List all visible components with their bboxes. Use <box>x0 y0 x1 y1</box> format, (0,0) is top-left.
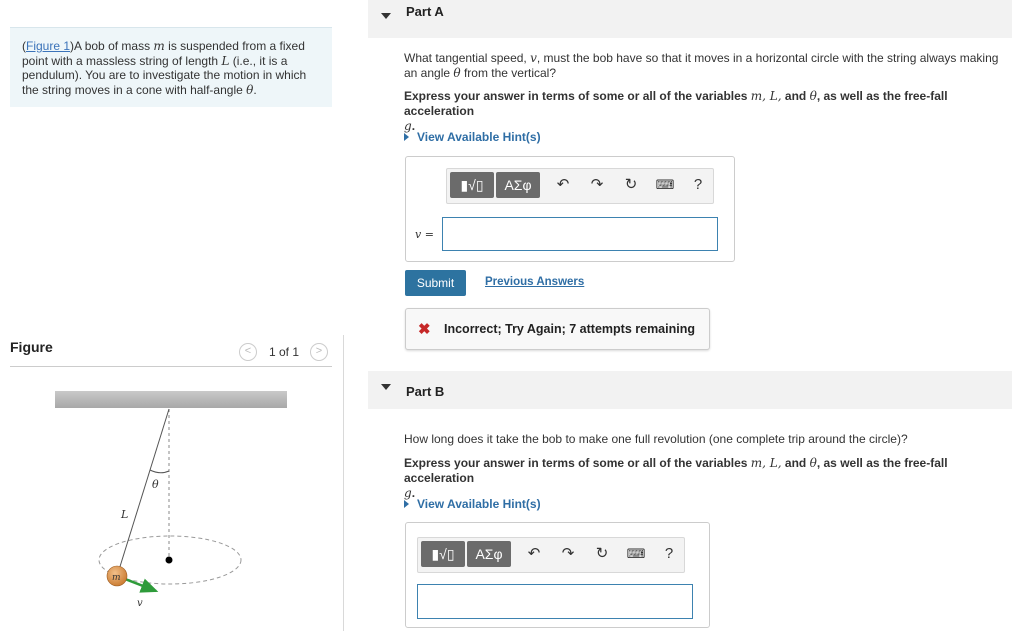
undo-icon[interactable]: ↶ <box>523 538 545 570</box>
expand-triangle-icon <box>404 500 409 508</box>
part-a-header[interactable]: Part A <box>368 0 1012 38</box>
collapse-triangle-icon <box>381 13 391 19</box>
keyboard-icon[interactable]: ⌨ <box>654 169 676 201</box>
var-m: m <box>153 39 165 53</box>
part-a-question: What tangential speed, v, must the bob h… <box>404 51 999 80</box>
intro-text: . <box>253 82 257 97</box>
chevron-right-icon: > <box>315 345 323 357</box>
help-icon[interactable]: ? <box>658 538 680 570</box>
panel-divider <box>343 335 344 631</box>
math-toolbar: ▮√▯ ΑΣφ ↶ ↷ ↻ ⌨ ? <box>417 537 685 573</box>
next-figure-button[interactable]: > <box>310 343 328 361</box>
part-a-answer-box: ▮√▯ ΑΣφ ↶ ↷ ↻ ⌨ ? v = <box>405 156 735 262</box>
ceiling-support <box>55 391 287 408</box>
velocity-arrow <box>124 577 159 593</box>
undo-icon[interactable]: ↶ <box>552 169 574 201</box>
problem-intro: (Figure 1)A bob of mass m is suspended f… <box>10 27 332 107</box>
chevron-left-icon: < <box>244 345 252 357</box>
velocity-label: v <box>137 598 143 609</box>
part-b-answer-input[interactable] <box>417 584 693 619</box>
figure-heading: Figure <box>10 339 53 355</box>
part-a-hint-toggle[interactable]: View Available Hint(s) <box>404 130 541 144</box>
prev-figure-button[interactable]: < <box>239 343 257 361</box>
templates-icon: ▮√▯ <box>460 177 484 193</box>
redo-icon[interactable]: ↷ <box>557 538 579 570</box>
figure-page-count: 1 of 1 <box>269 345 300 359</box>
keyboard-icon[interactable]: ⌨ <box>625 538 647 570</box>
part-b-instruction: Express your answer in terms of some or … <box>404 456 948 500</box>
part-b-title: Part B <box>406 384 445 399</box>
feedback-banner: ✖ Incorrect; Try Again; 7 attempts remai… <box>405 308 710 350</box>
mass-label: m <box>112 573 121 583</box>
error-x-icon: ✖ <box>418 321 431 338</box>
part-b-question: How long does it take the bob to make on… <box>404 432 908 446</box>
templates-button[interactable]: ▮√▯ <box>421 541 465 567</box>
pendulum-figure: θ L m v <box>55 391 287 609</box>
intro-text: A bob of mass <box>74 39 154 53</box>
theta-label: θ <box>152 478 159 491</box>
greek-symbols-icon: ΑΣφ <box>475 546 503 562</box>
figure-link[interactable]: Figure 1 <box>26 39 70 53</box>
part-a-instruction: Express your answer in terms of some or … <box>404 89 948 133</box>
reset-icon[interactable]: ↻ <box>620 169 642 201</box>
previous-answers-link[interactable]: Previous Answers <box>485 276 584 288</box>
math-toolbar: ▮√▯ ΑΣφ ↶ ↷ ↻ ⌨ ? <box>446 168 714 204</box>
symbols-button[interactable]: ΑΣφ <box>467 541 511 567</box>
collapse-triangle-icon <box>381 384 391 390</box>
symbols-button[interactable]: ΑΣφ <box>496 172 540 198</box>
answer-label: v = <box>415 228 434 241</box>
reset-icon[interactable]: ↻ <box>591 538 613 570</box>
part-b-answer-box: ▮√▯ ΑΣφ ↶ ↷ ↻ ⌨ ? <box>405 522 710 628</box>
expand-triangle-icon <box>404 133 409 141</box>
pendulum-string <box>117 408 170 574</box>
templates-icon: ▮√▯ <box>431 546 455 562</box>
angle-arc <box>149 469 170 474</box>
part-b-header[interactable]: Part B <box>368 371 1012 409</box>
length-label: L <box>120 508 128 521</box>
submit-button[interactable]: Submit <box>405 270 466 296</box>
help-icon[interactable]: ? <box>687 169 709 201</box>
figure-divider <box>10 366 332 367</box>
part-a-title: Part A <box>406 4 444 19</box>
part-a-answer-input[interactable] <box>442 217 718 251</box>
part-b-hint-toggle[interactable]: View Available Hint(s) <box>404 497 541 511</box>
redo-icon[interactable]: ↷ <box>586 169 608 201</box>
circle-center-dot <box>165 556 173 564</box>
templates-button[interactable]: ▮√▯ <box>450 172 494 198</box>
feedback-message: Incorrect; Try Again; 7 attempts remaini… <box>444 322 695 336</box>
greek-symbols-icon: ΑΣφ <box>504 177 532 193</box>
